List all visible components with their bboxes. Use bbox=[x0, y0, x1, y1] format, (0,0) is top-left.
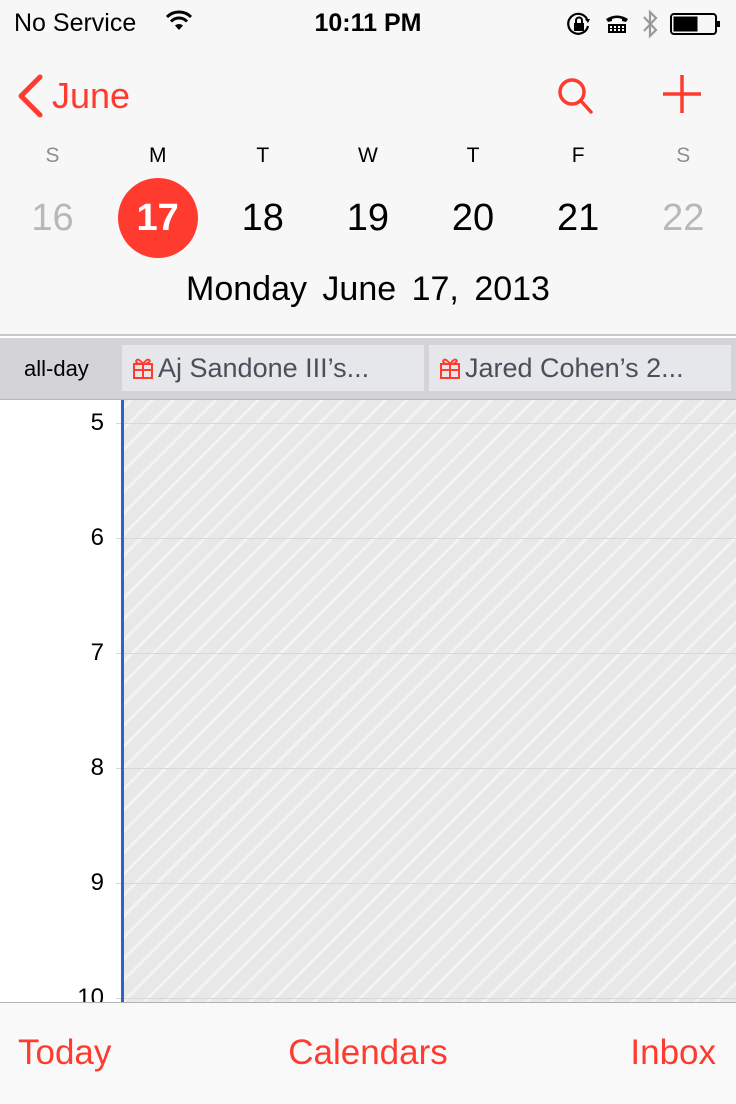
inbox-button[interactable]: Inbox bbox=[630, 1033, 716, 1073]
hour-label: 5 bbox=[90, 409, 104, 436]
tty-icon bbox=[604, 13, 630, 40]
weekday-label: W bbox=[358, 144, 378, 167]
day-22[interactable]: 22 bbox=[631, 178, 736, 258]
back-to-month-button[interactable]: June bbox=[16, 74, 130, 118]
hour-row: 6 bbox=[0, 524, 736, 551]
unavailable-time-area bbox=[124, 400, 736, 1002]
hour-line bbox=[116, 653, 736, 654]
day-17-selected[interactable]: 17 bbox=[105, 178, 210, 258]
hour-line bbox=[116, 538, 736, 539]
day-number: 18 bbox=[241, 196, 284, 239]
all-day-bar: all-day Aj Sandone III’s... Jared Cohen’… bbox=[0, 338, 736, 400]
weekday-label: T bbox=[466, 144, 480, 167]
orientation-lock-icon bbox=[566, 11, 592, 42]
day-number: 21 bbox=[557, 196, 600, 239]
all-day-event[interactable]: Aj Sandone III’s... bbox=[122, 345, 424, 391]
day-number: 17 bbox=[117, 178, 198, 258]
search-icon bbox=[558, 78, 593, 114]
plus-icon bbox=[663, 75, 701, 113]
hour-row: 10 bbox=[0, 984, 736, 1002]
hour-row: 8 bbox=[0, 754, 736, 781]
day-number: 22 bbox=[662, 196, 705, 239]
weekday-label: T bbox=[256, 144, 270, 167]
weekday-label: F bbox=[571, 144, 585, 167]
battery-icon bbox=[670, 12, 722, 41]
status-bar: No Service 10:11 PM bbox=[0, 0, 736, 46]
calendar-header: No Service 10:11 PM June S M T W T F S 1… bbox=[0, 0, 736, 336]
hour-label: 6 bbox=[90, 524, 104, 551]
current-day-indicator-line bbox=[121, 400, 124, 1002]
event-title: Aj Sandone III’s... bbox=[158, 352, 370, 383]
weekday-header: S M T W T F S bbox=[0, 144, 736, 168]
day-18[interactable]: 18 bbox=[210, 178, 315, 258]
day-number: 20 bbox=[451, 196, 495, 239]
day-16[interactable]: 16 bbox=[0, 178, 105, 258]
hour-label: 8 bbox=[90, 754, 104, 781]
day-number: 16 bbox=[31, 196, 74, 239]
day-21[interactable]: 21 bbox=[526, 178, 631, 258]
all-day-label: all-day bbox=[24, 356, 89, 381]
gift-icon bbox=[439, 356, 461, 380]
hour-row: 9 bbox=[0, 869, 736, 896]
hour-line bbox=[116, 883, 736, 884]
hour-line bbox=[116, 998, 736, 999]
weekday-label: S bbox=[45, 144, 60, 167]
day-20[interactable]: 20 bbox=[421, 178, 526, 258]
weekday-label: S bbox=[676, 144, 691, 167]
calendars-button[interactable]: Calendars bbox=[0, 1033, 736, 1073]
chevron-left-icon bbox=[18, 74, 43, 118]
hour-row: 7 bbox=[0, 639, 736, 666]
hour-row: 5 bbox=[0, 409, 736, 436]
hour-label: 7 bbox=[90, 639, 104, 666]
hour-line bbox=[116, 423, 736, 424]
all-day-event[interactable]: Jared Cohen’s 2... bbox=[429, 345, 731, 391]
gift-icon bbox=[132, 356, 154, 380]
day-19[interactable]: 19 bbox=[315, 178, 420, 258]
week-strip: 16 17 18 19 20 21 22 bbox=[0, 178, 736, 258]
event-title: Jared Cohen’s 2... bbox=[465, 352, 684, 383]
search-button[interactable] bbox=[556, 76, 596, 121]
add-event-button[interactable] bbox=[660, 72, 704, 121]
bottom-toolbar: Today Calendars Inbox bbox=[0, 1002, 736, 1104]
back-label: June bbox=[52, 75, 131, 116]
day-timeline[interactable]: 5 6 7 8 9 10 bbox=[0, 400, 736, 1002]
bluetooth-icon bbox=[642, 9, 658, 44]
hour-label: 10 bbox=[77, 984, 104, 1002]
hour-label: 9 bbox=[90, 869, 104, 896]
day-number: 19 bbox=[346, 196, 390, 239]
selected-date-title: Monday June 17, 2013 bbox=[186, 270, 550, 308]
weekday-label: M bbox=[148, 144, 167, 167]
hour-line bbox=[116, 768, 736, 769]
